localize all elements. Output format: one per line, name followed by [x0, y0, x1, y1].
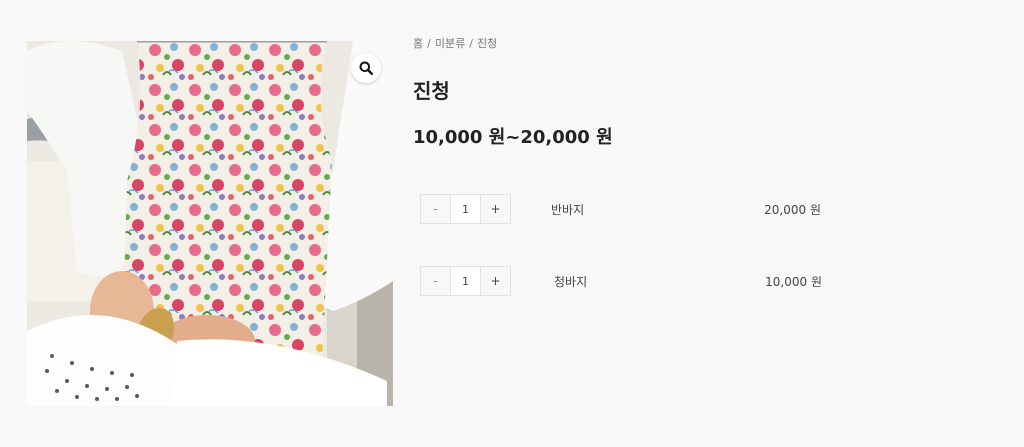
breadcrumb-separator: /	[427, 37, 431, 50]
quantity-stepper: - +	[420, 194, 511, 224]
quantity-stepper: - +	[420, 266, 511, 296]
variation-name: 반바지	[551, 202, 585, 217]
product-image[interactable]	[27, 41, 393, 406]
variation-list: - + 반바지 20,000 원 - + 청바지 10,000 원	[413, 194, 993, 296]
breadcrumb: 홈 / 미분류 / 진청	[413, 36, 993, 52]
breadcrumb-home[interactable]: 홈	[413, 37, 423, 50]
zoom-button[interactable]	[351, 53, 381, 83]
product-photo	[27, 41, 393, 406]
product-page: 홈/미분류/진청 진청 10,000 원~20,000 원 - + 반바지 20…	[0, 0, 1024, 447]
breadcrumb-separator: /	[469, 37, 473, 50]
search-icon	[359, 61, 373, 75]
product-title: 진청	[413, 79, 450, 103]
variation-row: - + 청바지 10,000 원	[413, 266, 993, 296]
decrease-button[interactable]: -	[421, 267, 451, 295]
breadcrumb-current: 진청	[476, 37, 498, 50]
product-summary: 홈/미분류/진청 진청 10,000 원~20,000 원 - + 반바지 20…	[413, 36, 993, 338]
variation-name: 청바지	[554, 274, 588, 289]
quantity-input[interactable]	[451, 195, 480, 223]
quantity-input[interactable]	[451, 267, 480, 295]
price-range: 10,000 원~20,000 원	[413, 127, 613, 148]
decrease-button[interactable]: -	[421, 195, 451, 223]
variation-price: 10,000 원	[765, 274, 822, 289]
breadcrumb-category[interactable]: 미분류	[435, 37, 465, 50]
increase-button[interactable]: +	[480, 195, 510, 223]
variation-row: - + 반바지 20,000 원	[413, 194, 993, 224]
variation-price: 20,000 원	[764, 202, 821, 217]
increase-button[interactable]: +	[480, 267, 510, 295]
